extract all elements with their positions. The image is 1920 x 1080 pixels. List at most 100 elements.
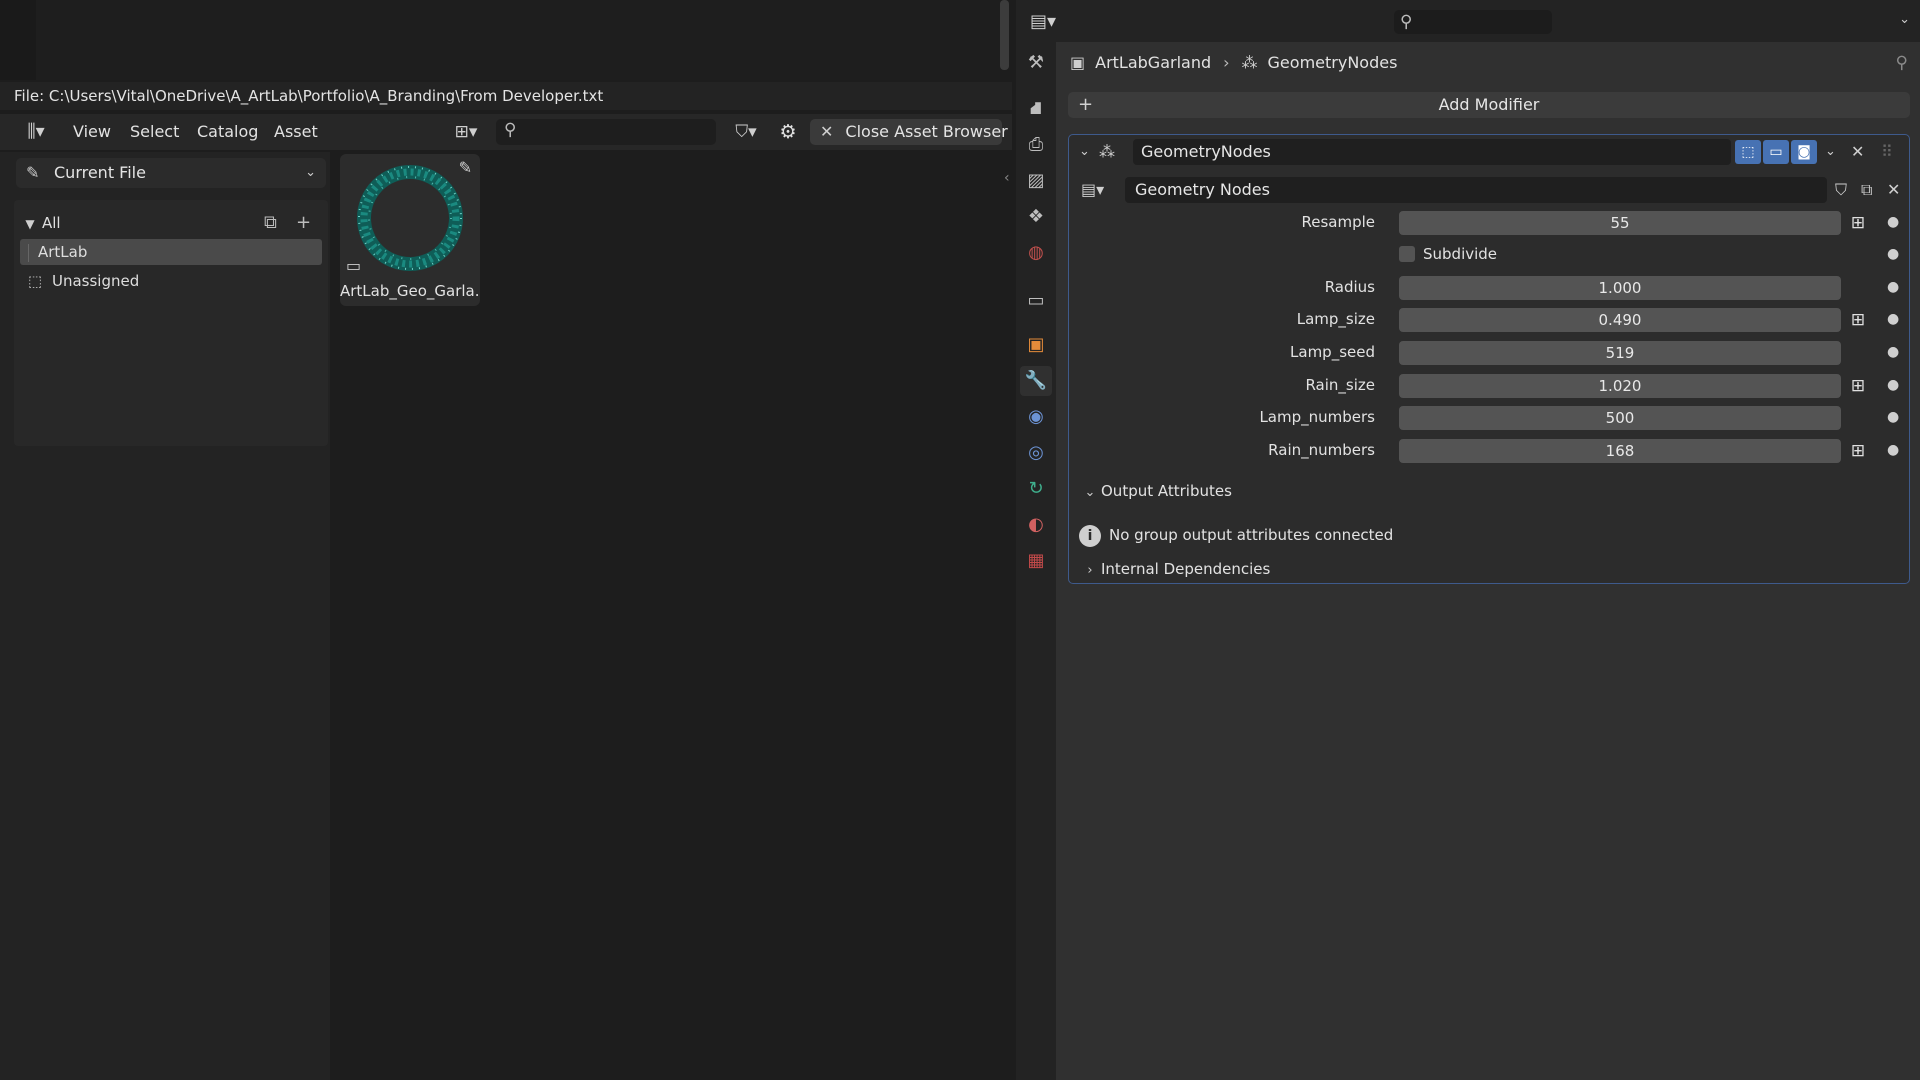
duplicate-icon[interactable]: ⧉	[1861, 177, 1872, 203]
collection-tab-icon[interactable]: ▭	[1020, 286, 1052, 316]
edit-mode-toggle[interactable]: ⬚	[1735, 140, 1761, 164]
physics-tab-icon[interactable]: ◎	[1020, 438, 1052, 468]
output-tab-icon[interactable]: ⎙	[1020, 130, 1052, 160]
material-tab-icon[interactable]: ◐	[1020, 510, 1052, 540]
internal-dependencies-subpanel[interactable]: › Internal Dependencies	[1079, 555, 1899, 583]
filter-icon: ⛉▾	[735, 122, 757, 142]
plus-icon: +	[1078, 94, 1094, 115]
fake-user-shield-icon[interactable]: ⛉	[1835, 177, 1847, 203]
modifier-name-field[interactable]: GeometryNodes	[1133, 139, 1731, 165]
input-label: Rain_numbers	[1268, 441, 1375, 459]
keyframe-dot-icon[interactable]: ●	[1887, 274, 1899, 300]
drag-handle-icon[interactable]: ⠿	[1881, 141, 1893, 163]
subdivide-checkbox[interactable]	[1399, 246, 1415, 262]
keyframe-dot-icon[interactable]: ●	[1887, 306, 1899, 332]
asset-tile[interactable]: ✎ ▭ ArtLab_Geo_Garla...	[340, 154, 480, 306]
rain-size-field[interactable]: 1.020	[1399, 374, 1841, 398]
settings-button[interactable]: ⚙	[774, 119, 802, 145]
input-row-lamp-seed: Lamp_seed 519 ●	[1069, 339, 1909, 365]
properties-icon: ▤▾	[1030, 11, 1057, 32]
viewport-toolbar-strip	[0, 0, 36, 80]
tool-tab-icon[interactable]: ⚒	[1020, 48, 1052, 78]
view-layer-tab-icon[interactable]: ▨	[1020, 166, 1052, 196]
input-row-rain-numbers: Rain_numbers 168 ⊞ ●	[1069, 437, 1909, 463]
particles-tab-icon[interactable]: ◉	[1020, 402, 1052, 432]
unlink-icon[interactable]: ✕	[1887, 177, 1900, 203]
close-icon: ✕	[820, 122, 834, 141]
properties-editor: ▤▾ ⚲ ⌄ ⚒ ⛘ ⎙ ▨ ❖ ◍ ▭ ▣ 🔧 ◉ ◎ ↻ ◐ ▦ ▣ ArtL…	[1016, 0, 1920, 1080]
attribute-toggle-icon[interactable]: ⊞	[1847, 309, 1869, 331]
attribute-toggle-icon[interactable]: ⊞	[1847, 212, 1869, 234]
catalog-item-artlab[interactable]: ArtLab	[20, 239, 322, 265]
add-modifier-button[interactable]: + Add Modifier	[1068, 92, 1910, 118]
lamp-numbers-field[interactable]: 500	[1399, 406, 1841, 430]
object-tab-icon[interactable]: ▣	[1020, 330, 1052, 360]
catalog-item-all[interactable]: ▼ All	[18, 210, 324, 236]
scene-tab-icon[interactable]: ❖	[1020, 202, 1052, 232]
viewport-toggle[interactable]: ▭	[1763, 140, 1789, 164]
catalog-artlab-label: ArtLab	[38, 243, 88, 261]
edit-asset-icon[interactable]: ✎	[459, 158, 472, 177]
render-tab-icon[interactable]: ⛘	[1020, 94, 1052, 124]
node-tree-browse-icon[interactable]: ▤▾	[1081, 177, 1104, 203]
display-mode-button[interactable]: ⊞▾	[446, 120, 486, 144]
rain-numbers-field[interactable]: 168	[1399, 439, 1841, 463]
keyframe-dot-icon[interactable]: ●	[1887, 372, 1899, 398]
keyframe-dot-icon[interactable]: ●	[1887, 241, 1899, 267]
catalog-tree: ▼ All ⧉ + ArtLab ⬚ Unassigned	[14, 200, 328, 446]
editor-type-button[interactable]: ⫼▾	[16, 120, 56, 144]
render-toggle[interactable]: ◙	[1791, 140, 1817, 164]
lamp-size-field[interactable]: 0.490	[1399, 308, 1841, 332]
keyframe-dot-icon[interactable]: ●	[1887, 209, 1899, 235]
output-attributes-subpanel[interactable]: ⌄ Output Attributes	[1079, 477, 1899, 505]
properties-search-input[interactable]: ⚲	[1394, 10, 1552, 34]
menu-asset[interactable]: Asset	[274, 120, 318, 144]
breadcrumb-modifier: GeometryNodes	[1267, 53, 1398, 72]
input-label: Radius	[1324, 278, 1375, 296]
collapse-region-icon[interactable]: ‹	[1004, 170, 1010, 186]
menu-catalog[interactable]: Catalog	[197, 120, 258, 144]
constraints-tab-icon[interactable]: ↻	[1020, 474, 1052, 504]
world-tab-icon[interactable]: ◍	[1020, 238, 1052, 268]
geometry-nodes-icon: ⁂	[1099, 142, 1115, 161]
monitor-icon: ▭	[1769, 144, 1783, 160]
chevron-down-icon[interactable]: ⌄	[1079, 141, 1090, 163]
input-row-lamp-size: Lamp_size 0.490 ⊞ ●	[1069, 306, 1909, 332]
chevron-down-icon: ⌄	[305, 165, 316, 180]
new-catalog-icon[interactable]: ⧉	[264, 212, 277, 234]
radius-field[interactable]: 1.000	[1399, 276, 1841, 300]
remove-modifier-icon[interactable]: ✕	[1851, 141, 1864, 163]
resample-field[interactable]: 55	[1399, 211, 1841, 235]
properties-editor-type-button[interactable]: ▤▾	[1030, 10, 1070, 34]
input-row-radius: Radius 1.000 ●	[1069, 274, 1909, 300]
input-label: Lamp_seed	[1290, 343, 1375, 361]
asset-library-select[interactable]: ✎ Current File ⌄	[16, 158, 326, 188]
input-label: Rain_size	[1305, 376, 1375, 394]
menu-view[interactable]: View	[73, 120, 111, 144]
attribute-toggle-icon[interactable]: ⊞	[1847, 375, 1869, 397]
gear-icon: ⚙	[779, 121, 797, 143]
input-row-lamp-numbers: Lamp_numbers 500 ●	[1069, 404, 1909, 430]
modifier-menu-chevron-icon[interactable]: ⌄	[1825, 141, 1836, 163]
menu-select[interactable]: Select	[130, 120, 179, 144]
asset-search-input[interactable]: ⚲	[496, 119, 716, 145]
keyframe-dot-icon[interactable]: ●	[1887, 339, 1899, 365]
chevron-down-icon[interactable]: ⌄	[1899, 12, 1910, 27]
info-icon: i	[1079, 524, 1101, 547]
filter-button[interactable]: ⛉▾	[724, 119, 768, 145]
add-catalog-button[interactable]: +	[296, 212, 311, 234]
texture-tab-icon[interactable]: ▦	[1020, 546, 1052, 576]
modifier-tab-icon[interactable]: 🔧	[1020, 366, 1052, 396]
vertical-scrollbar[interactable]	[1000, 0, 1009, 70]
close-asset-browser-button[interactable]: ✕ Close Asset Browser	[810, 119, 1008, 145]
lamp-seed-field[interactable]: 519	[1399, 341, 1841, 365]
keyframe-dot-icon[interactable]: ●	[1887, 404, 1899, 430]
node-group-field[interactable]: Geometry Nodes	[1125, 177, 1827, 203]
pin-icon[interactable]: ⚲	[1896, 48, 1908, 78]
attribute-toggle-icon[interactable]: ⊞	[1847, 440, 1869, 462]
properties-header: ▤▾ ⚲ ⌄	[1016, 0, 1920, 42]
asset-library-value: Current File	[54, 163, 146, 182]
catalog-item-unassigned[interactable]: ⬚ Unassigned	[18, 268, 324, 294]
input-row-rain-size: Rain_size 1.020 ⊞ ●	[1069, 372, 1909, 398]
keyframe-dot-icon[interactable]: ●	[1887, 437, 1899, 463]
